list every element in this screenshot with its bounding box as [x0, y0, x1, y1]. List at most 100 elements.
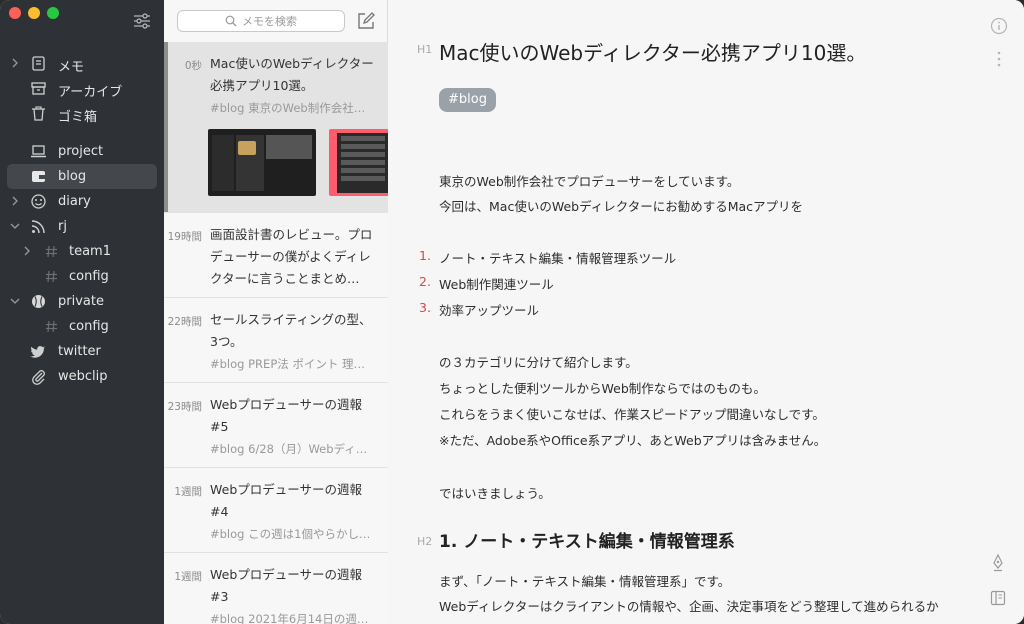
sidebar-item-diary[interactable]: diary — [0, 189, 164, 214]
sidebar-item-project[interactable]: project — [0, 139, 164, 164]
app-window: メモ アーカイブ ゴミ箱 project blog diary rj team1… — [0, 0, 1024, 624]
sidebar-item-trash[interactable]: ゴミ箱 — [0, 101, 164, 126]
paragraph[interactable]: ※ただ、Adobe系やOffice系アプリ、あとWebアプリは含みません。 — [439, 430, 826, 449]
screenshot-thumbnail[interactable] — [329, 129, 389, 196]
chevron-right-icon[interactable] — [10, 196, 20, 206]
note-title: Webプロデューサーの週報 #4 — [210, 482, 363, 519]
sidebar-item-archive[interactable]: アーカイブ — [0, 76, 164, 101]
panel-icon[interactable] — [990, 590, 1006, 606]
sidebar-item-label: メモ — [58, 60, 85, 75]
sidebar-item-label: ゴミ箱 — [58, 110, 98, 125]
face-icon — [31, 194, 46, 209]
note-preview: #blog 6/28（月）Webディ… — [210, 442, 368, 456]
hashtag-icon — [46, 270, 57, 283]
chevron-right-icon[interactable] — [22, 246, 32, 256]
note-title: Webプロデューサーの週報 #5 — [210, 397, 363, 434]
info-icon[interactable] — [990, 17, 1008, 35]
list-item-text[interactable]: ノート・テキスト編集・情報管理系ツール — [439, 248, 676, 267]
sidebar-item-label: diary — [58, 194, 91, 209]
baseball-icon — [32, 295, 45, 308]
sidebar-item-label: team1 — [69, 244, 111, 259]
fountain-pen-icon[interactable] — [990, 554, 1006, 572]
more-vertical-icon[interactable] — [996, 50, 1002, 68]
minimize-window-button[interactable] — [28, 7, 40, 19]
screenshot-thumbnail[interactable] — [208, 129, 316, 196]
paperclip-icon — [32, 370, 45, 385]
note-list-pane: メモを検索 0秒 Mac使いのWebディレクター必携アプリ10選。 #blog … — [164, 0, 389, 624]
list-number: 3. — [419, 300, 431, 315]
sidebar-item-twitter[interactable]: twitter — [0, 339, 164, 364]
paragraph[interactable]: の３カテゴリに分けて紹介します。 — [439, 352, 638, 371]
note-title: Mac使いのWebディレクター必携アプリ10選。 — [210, 56, 374, 93]
sidebar-item-label: config — [69, 319, 109, 334]
note-preview: #blog 2021年6月14日の週で… — [210, 612, 374, 624]
sidebar-item-private-config[interactable]: config — [0, 314, 164, 339]
note-time: 1週間 — [174, 486, 202, 498]
chevron-down-icon[interactable] — [10, 296, 20, 306]
sidebar-item-label: blog — [58, 169, 87, 184]
list-item[interactable]: 1週間 Webプロデューサーの週報 #4 #blog この週は1個やらかし… — [164, 468, 388, 553]
note-time: 22時間 — [167, 316, 202, 328]
note-preview: #blog 東京のWeb制作会社… — [210, 101, 366, 115]
list-item[interactable]: 0秒 Mac使いのWebディレクター必携アプリ10選。 #blog 東京のWeb… — [164, 42, 389, 213]
paragraph[interactable]: まず、「ノート・テキスト編集・情報管理系」です。 — [439, 571, 730, 590]
sidebar-item-private[interactable]: private — [0, 289, 164, 314]
list-item[interactable]: 19時間 画面設計書のレビュー。プロデューサーの僕がよくディレクターに言うことま… — [164, 213, 388, 298]
note-title: 画面設計書のレビュー。プロデューサーの僕がよくディレクターに言うことまとめ… — [210, 227, 373, 286]
sidebar-item-label: rj — [58, 219, 67, 234]
zoom-window-button[interactable] — [47, 7, 59, 19]
sidebar-item-label: webclip — [58, 369, 108, 384]
note-list: 0秒 Mac使いのWebディレクター必携アプリ10選。 #blog 東京のWeb… — [164, 42, 389, 624]
sidebar-item-memo[interactable]: メモ — [0, 51, 164, 76]
paragraph[interactable]: ちょっとした便利ツールからWeb制作ならではのものも。 — [439, 378, 766, 397]
heading-2-marker: H2 — [417, 535, 433, 548]
sidebar-item-label: private — [58, 294, 104, 309]
search-icon — [225, 15, 237, 27]
list-item-text[interactable]: 効率アップツール — [439, 300, 539, 319]
note-title: セールスライティングの型、3つ。 — [210, 312, 372, 349]
tag-blog[interactable]: #blog — [439, 88, 496, 112]
paragraph[interactable]: これらをうまく使いこなせば、作業スピードアップ間違いなしです。 — [439, 404, 825, 423]
list-item[interactable]: 22時間 セールスライティングの型、3つ。 #blog PREP法 ポイント 理… — [164, 298, 388, 383]
sidebar-item-label: アーカイブ — [58, 85, 123, 100]
sidebar-item-team1[interactable]: team1 — [0, 239, 164, 264]
sliders-icon[interactable] — [133, 12, 151, 30]
twitter-bird-icon — [30, 346, 45, 358]
sidebar-item-label: twitter — [58, 344, 101, 359]
editor-pane[interactable]: H1 Mac使いのWebディレクター必携アプリ10選。 #blog 東京のWeb… — [388, 0, 1024, 624]
paragraph[interactable]: 今回は、Mac使いのWebディレクターにお勧めするMacアプリを — [439, 196, 803, 215]
compose-icon[interactable] — [356, 11, 376, 31]
hashtag-icon — [46, 245, 57, 258]
list-item[interactable]: 1週間 Webプロデューサーの週報 #3 #blog 2021年6月14日の週で… — [164, 553, 388, 624]
note-time: 0秒 — [184, 60, 202, 72]
window-controls — [9, 7, 59, 19]
note-title: Webプロデューサーの週報 #3 — [210, 567, 363, 604]
list-number: 2. — [419, 274, 431, 289]
search-input[interactable]: メモを検索 — [177, 10, 345, 32]
hashtag-icon — [46, 320, 57, 333]
note-preview: #blog PREP法 ポイント 理… — [210, 357, 366, 371]
list-item-text[interactable]: Web制作関連ツール — [439, 274, 554, 293]
note-thumbnails — [208, 129, 389, 196]
rss-icon — [31, 220, 45, 234]
sidebar-item-config[interactable]: config — [0, 264, 164, 289]
chevron-down-icon[interactable] — [10, 221, 20, 231]
note-time: 1週間 — [174, 571, 202, 583]
note-time: 23時間 — [167, 401, 202, 413]
sidebar: メモ アーカイブ ゴミ箱 project blog diary rj team1… — [0, 0, 164, 624]
archive-icon — [31, 82, 46, 95]
sidebar-item-webclip[interactable]: webclip — [0, 364, 164, 389]
trash-icon — [32, 106, 45, 121]
sidebar-item-blog[interactable]: blog — [7, 164, 157, 189]
list-item[interactable]: 23時間 Webプロデューサーの週報 #5 #blog 6/28（月）Webディ… — [164, 383, 388, 468]
note-heading-2[interactable]: 1. ノート・テキスト編集・情報管理系 — [439, 527, 735, 552]
note-time: 19時間 — [167, 231, 202, 243]
paragraph[interactable]: 東京のWeb制作会社でプロデューサーをしています。 — [439, 171, 739, 190]
chevron-right-icon[interactable] — [10, 58, 20, 68]
paragraph[interactable]: Webディレクターはクライアントの情報や、企画、決定事項をどう整理して進められる… — [439, 596, 939, 615]
note-heading-1[interactable]: Mac使いのWebディレクター必携アプリ10選。 — [439, 37, 866, 66]
paragraph[interactable]: ではいきましょう。 — [439, 483, 551, 502]
sidebar-item-rj[interactable]: rj — [0, 214, 164, 239]
wallet-icon — [32, 171, 45, 182]
close-window-button[interactable] — [9, 7, 21, 19]
